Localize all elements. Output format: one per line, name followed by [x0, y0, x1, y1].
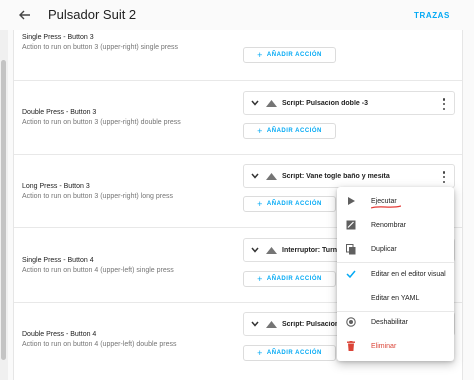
- traces-button[interactable]: TRAZAS: [414, 11, 450, 20]
- more-options-icon[interactable]: [442, 98, 446, 110]
- play-icon: [345, 195, 357, 207]
- row-description: Action to run on button 3 (upper-right) …: [22, 119, 181, 126]
- menu-item-edit-visual[interactable]: Editar en el editor visual: [337, 264, 454, 284]
- add-action-button[interactable]: + AÑADIR ACCIÓN: [243, 123, 336, 139]
- menu-item-label: Renombrar: [371, 221, 407, 229]
- menu-item-rename[interactable]: Renombrar: [337, 215, 454, 235]
- menu-item-label: Editar en el editor visual: [371, 270, 446, 278]
- chevron-down-icon[interactable]: [251, 321, 259, 327]
- add-action-button[interactable]: + AÑADIR ACCIÓN: [243, 271, 336, 287]
- add-action-label: AÑADIR ACCIÓN: [266, 201, 322, 207]
- add-action-button[interactable]: + AÑADIR ACCIÓN: [243, 47, 336, 63]
- row-description: Action to run on button 3 (upper-right) …: [22, 193, 173, 200]
- switch-icon: [266, 247, 277, 254]
- menu-item-edit-yaml[interactable]: Editar en YAML: [337, 288, 454, 308]
- add-action-label: AÑADIR ACCIÓN: [266, 128, 322, 134]
- script-icon: [266, 100, 277, 107]
- plus-icon: +: [257, 199, 263, 209]
- action-item[interactable]: Script: Pulsacion doble -3: [243, 91, 455, 115]
- back-arrow-icon[interactable]: [18, 6, 32, 24]
- annotation-underline: [371, 205, 401, 209]
- plus-icon: +: [257, 50, 263, 60]
- menu-item-label: Deshabilitar: [371, 318, 408, 326]
- top-bar: Pulsador Suit 2 TRAZAS: [0, 0, 474, 30]
- more-options-icon[interactable]: [442, 171, 446, 183]
- plus-icon: +: [257, 274, 263, 284]
- row-description: Action to run on button 3 (upper-right) …: [22, 44, 179, 51]
- script-icon: [266, 321, 277, 328]
- check-icon: [345, 268, 357, 280]
- action-item[interactable]: Script: Vane togle baño y mesita: [243, 164, 455, 188]
- chevron-down-icon[interactable]: [251, 173, 259, 179]
- add-action-button[interactable]: + AÑADIR ACCIÓN: [243, 196, 336, 212]
- add-action-button[interactable]: + AÑADIR ACCIÓN: [243, 345, 336, 361]
- add-action-label: AÑADIR ACCIÓN: [266, 52, 322, 58]
- menu-item-delete[interactable]: Eliminar: [337, 336, 454, 356]
- row-description: Action to run on button 4 (upper-left) d…: [22, 341, 177, 348]
- row-title: Double Press - Button 3: [22, 109, 97, 116]
- chevron-down-icon[interactable]: [251, 247, 259, 253]
- duplicate-icon: [345, 243, 357, 255]
- plus-icon: +: [257, 126, 263, 136]
- rename-icon: [345, 219, 357, 231]
- scrollbar[interactable]: [0, 0, 8, 380]
- action-context-menu: Ejecutar Renombrar Duplicar Editar en el…: [337, 187, 454, 361]
- action-label: Script: Vane togle baño y mesita: [282, 173, 390, 180]
- disable-icon: [345, 316, 357, 328]
- action-label: Script: Pulsacion doble -3: [282, 100, 368, 107]
- add-action-label: AÑADIR ACCIÓN: [266, 350, 322, 356]
- menu-item-label: Ejecutar: [371, 197, 397, 205]
- trigger-row: Single Press - Button 3 Action to run on…: [14, 23, 462, 80]
- menu-item-label: Duplicar: [371, 245, 397, 253]
- add-action-label: AÑADIR ACCIÓN: [266, 276, 322, 282]
- page-title: Pulsador Suit 2: [48, 7, 137, 22]
- script-icon: [266, 173, 277, 180]
- menu-item-label: Eliminar: [371, 342, 397, 350]
- trigger-row: Double Press - Button 3 Action to run on…: [14, 80, 462, 154]
- row-title: Single Press - Button 3: [22, 34, 94, 41]
- row-title: Double Press - Button 4: [22, 331, 97, 338]
- menu-item-label: Editar en YAML: [371, 294, 420, 302]
- menu-item-duplicate[interactable]: Duplicar: [337, 239, 454, 259]
- row-title: Long Press - Button 3: [22, 183, 90, 190]
- menu-item-disable[interactable]: Deshabilitar: [337, 312, 454, 332]
- menu-item-run[interactable]: Ejecutar: [337, 191, 454, 211]
- row-description: Action to run on button 4 (upper-left) s…: [22, 267, 174, 274]
- scrollbar-thumb[interactable]: [1, 60, 6, 360]
- plus-icon: +: [257, 348, 263, 358]
- chevron-down-icon[interactable]: [251, 100, 259, 106]
- row-title: Single Press - Button 4: [22, 257, 94, 264]
- menu-divider: [337, 262, 454, 263]
- delete-icon: [345, 340, 357, 352]
